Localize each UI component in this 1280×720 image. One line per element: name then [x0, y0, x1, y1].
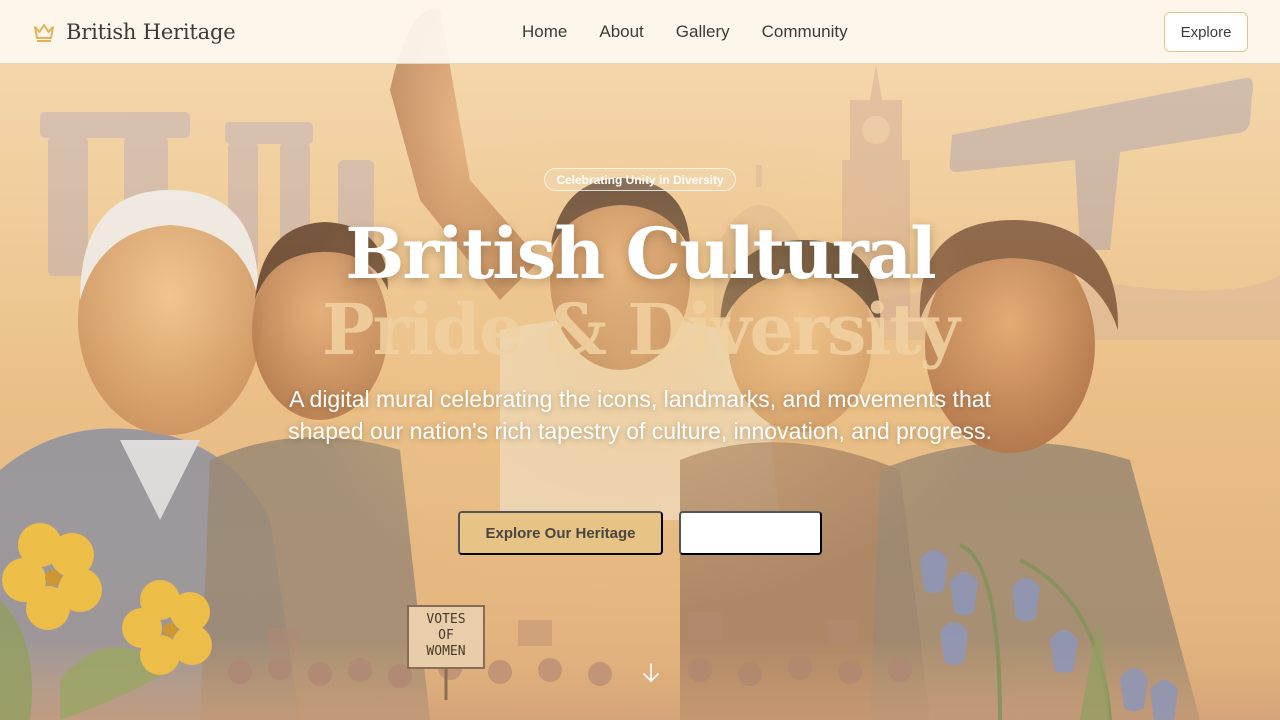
brand-name: British Heritage: [66, 20, 236, 44]
hero-title-line-1: British Cultural: [345, 212, 937, 295]
explore-nav-button[interactable]: Explore: [1164, 12, 1248, 52]
nav-link-community[interactable]: Community: [762, 22, 848, 42]
top-navigation-bar: British Heritage Home About Gallery Comm…: [0, 0, 1280, 64]
protest-sign-text: VOTES OF WOMEN: [426, 612, 466, 659]
explore-heritage-button[interactable]: Explore Our Heritage: [458, 511, 663, 555]
hero-badge: Celebrating Unity in Diversity: [544, 168, 736, 191]
arrow-down-icon[interactable]: [641, 662, 661, 684]
nav-link-about[interactable]: About: [599, 22, 643, 42]
hero-title-line-2: Pride & Diversity: [322, 288, 960, 371]
secondary-hero-button[interactable]: [679, 511, 822, 555]
main-nav: Home About Gallery Community: [522, 0, 848, 64]
brand-logo[interactable]: British Heritage: [32, 0, 236, 64]
nav-link-gallery[interactable]: Gallery: [676, 22, 730, 42]
nav-link-home[interactable]: Home: [522, 22, 567, 42]
crown-icon: [32, 20, 56, 44]
hero-subtitle: A digital mural celebrating the icons, l…: [288, 386, 992, 444]
